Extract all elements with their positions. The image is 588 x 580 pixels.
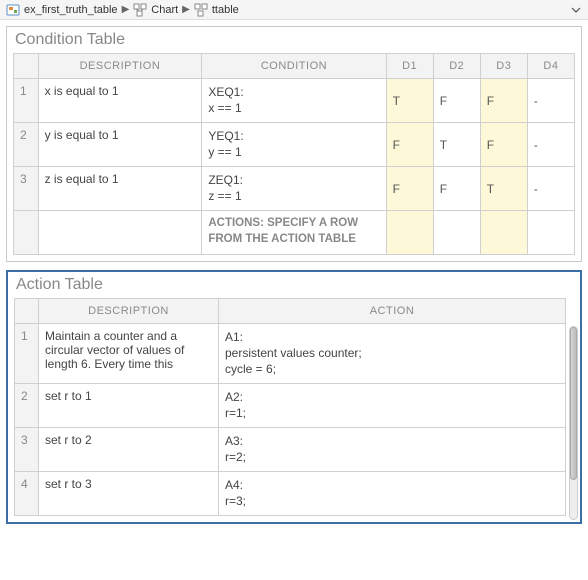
condition-desc-cell[interactable]: y is equal to 1 xyxy=(38,123,202,167)
row-number: 2 xyxy=(14,123,39,167)
col-d1-header: D1 xyxy=(386,54,433,79)
condition-row: 1x is equal to 1XEQ1:x == 1TFF- xyxy=(14,79,575,123)
action-scrollbar[interactable] xyxy=(569,326,578,520)
row-number: 4 xyxy=(15,471,39,515)
condition-desc-cell[interactable]: x is equal to 1 xyxy=(38,79,202,123)
decision-cell[interactable]: F xyxy=(386,167,433,211)
col-d2-header: D2 xyxy=(433,54,480,79)
condition-row: 2y is equal to 1YEQ1:y == 1FTF- xyxy=(14,123,575,167)
col-desc-header: DESCRIPTION xyxy=(38,54,202,79)
action-index-cell[interactable] xyxy=(527,211,574,255)
decision-cell[interactable]: T xyxy=(480,167,527,211)
breadcrumb-dropdown-icon[interactable] xyxy=(570,4,582,16)
action-desc-cell[interactable]: Maintain a counter and a circular vector… xyxy=(39,324,219,384)
crumb-ttable[interactable]: ttable xyxy=(194,3,239,17)
row-number: 3 xyxy=(15,427,39,471)
condition-title: Condition Table xyxy=(7,27,581,53)
crumb-chart-label: Chart xyxy=(151,4,178,16)
crumb-ttable-label: ttable xyxy=(212,4,239,16)
row-number: 2 xyxy=(15,383,39,427)
action-desc-cell[interactable]: set r to 2 xyxy=(39,427,219,471)
act-col-desc-header: DESCRIPTION xyxy=(39,299,219,324)
condition-row: 3z is equal to 1ZEQ1:z == 1FFT- xyxy=(14,167,575,211)
breadcrumb: ex_first_truth_table ▶ Chart ▶ ttable xyxy=(0,0,588,20)
action-code-cell[interactable]: A2:r=1; xyxy=(219,383,566,427)
condition-code-cell[interactable]: ZEQ1:z == 1 xyxy=(202,167,386,211)
action-row: 2set r to 1A2:r=1; xyxy=(15,383,566,427)
decision-cell[interactable]: - xyxy=(527,123,574,167)
condition-panel: Condition Table DESCRIPTION CONDITION D1… xyxy=(6,26,582,262)
condition-code-cell[interactable]: XEQ1:x == 1 xyxy=(202,79,386,123)
crumb-chart[interactable]: Chart xyxy=(133,3,178,17)
col-num-header xyxy=(14,54,39,79)
action-index-cell[interactable] xyxy=(433,211,480,255)
act-col-num-header xyxy=(15,299,39,324)
ttable-icon xyxy=(194,3,208,17)
action-index-cell[interactable] xyxy=(386,211,433,255)
crumb-sep-1: ▶ xyxy=(122,4,130,15)
action-table: DESCRIPTION ACTION 1Maintain a counter a… xyxy=(14,298,566,516)
action-row: 3set r to 2A3:r=2; xyxy=(15,427,566,471)
actions-label-cell: ACTIONS: SPECIFY A ROW FROM THE ACTION T… xyxy=(202,211,386,255)
row-number xyxy=(14,211,39,255)
decision-cell[interactable]: F xyxy=(433,79,480,123)
action-code-cell[interactable]: A1:persistent values counter;cycle = 6; xyxy=(219,324,566,384)
action-row: 1Maintain a counter and a circular vecto… xyxy=(15,324,566,384)
action-title: Action Table xyxy=(8,272,580,298)
row-number: 1 xyxy=(14,79,39,123)
chart-icon xyxy=(133,3,147,17)
decision-cell[interactable]: F xyxy=(480,79,527,123)
act-col-action-header: ACTION xyxy=(219,299,566,324)
condition-table: DESCRIPTION CONDITION D1 D2 D3 D4 1x is … xyxy=(13,53,575,255)
action-scrollbar-thumb[interactable] xyxy=(570,327,577,480)
action-index-cell[interactable] xyxy=(480,211,527,255)
col-d3-header: D3 xyxy=(480,54,527,79)
decision-cell[interactable]: F xyxy=(433,167,480,211)
decision-cell[interactable]: T xyxy=(433,123,480,167)
row-number: 1 xyxy=(15,324,39,384)
decision-cell[interactable]: - xyxy=(527,79,574,123)
condition-code-cell[interactable]: YEQ1:y == 1 xyxy=(202,123,386,167)
condition-desc-cell[interactable]: z is equal to 1 xyxy=(38,167,202,211)
col-d4-header: D4 xyxy=(527,54,574,79)
action-code-cell[interactable]: A3:r=2; xyxy=(219,427,566,471)
crumb-sep-2: ▶ xyxy=(182,4,190,15)
crumb-model-label: ex_first_truth_table xyxy=(24,4,118,16)
action-code-cell[interactable]: A4:r=3; xyxy=(219,471,566,515)
decision-cell[interactable]: F xyxy=(386,123,433,167)
decision-cell[interactable]: - xyxy=(527,167,574,211)
crumb-model[interactable]: ex_first_truth_table xyxy=(6,3,118,17)
col-cond-header: CONDITION xyxy=(202,54,386,79)
action-row: 4set r to 3A4:r=3; xyxy=(15,471,566,515)
decision-cell[interactable]: F xyxy=(480,123,527,167)
action-desc-cell[interactable]: set r to 3 xyxy=(39,471,219,515)
model-icon xyxy=(6,3,20,17)
action-panel[interactable]: Action Table DESCRIPTION ACTION 1Maintai… xyxy=(6,270,582,524)
actions-specifier-row: ACTIONS: SPECIFY A ROW FROM THE ACTION T… xyxy=(14,211,575,255)
decision-cell[interactable]: T xyxy=(386,79,433,123)
row-number: 3 xyxy=(14,167,39,211)
actions-desc-cell xyxy=(38,211,202,255)
action-desc-cell[interactable]: set r to 1 xyxy=(39,383,219,427)
